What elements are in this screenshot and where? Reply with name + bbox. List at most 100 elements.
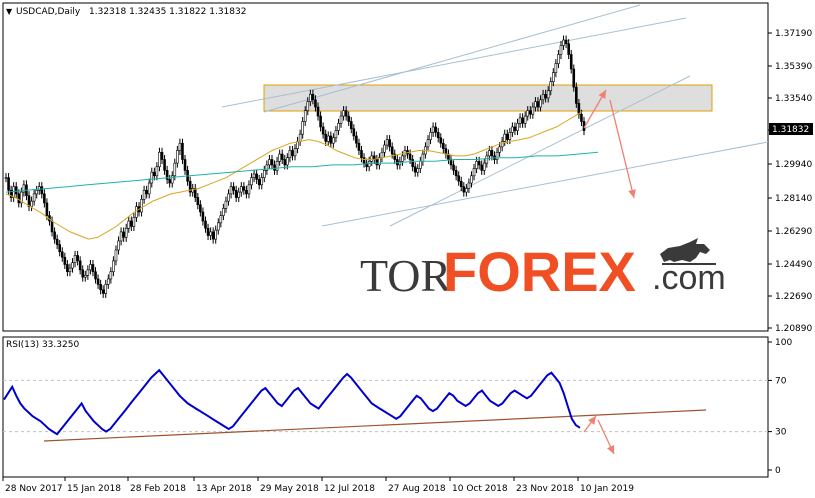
candle-body: [477, 161, 481, 166]
candle-body: [263, 170, 266, 178]
candle-body: [436, 132, 440, 139]
chart-canvas: TOR FOREX .com ▼ USDCAD,Daily 1.32318 1.…: [2, 2, 813, 494]
candle-body: [380, 151, 384, 158]
candle-body: [155, 166, 159, 177]
chart-window: TOR FOREX .com ▼ USDCAD,Daily 1.32318 1.…: [0, 0, 815, 498]
price-tick-label: 1.37190: [775, 29, 812, 39]
candle-body: [107, 278, 110, 285]
candle-body: [298, 133, 302, 142]
candle-body: [81, 269, 85, 278]
candle-body: [280, 153, 284, 160]
candle-body: [211, 231, 215, 240]
candle-body: [472, 168, 476, 177]
candle-body: [68, 267, 72, 273]
candle-body: [50, 220, 54, 233]
candle-body: [462, 186, 466, 193]
candle-body: [45, 202, 49, 216]
candle-body: [296, 141, 299, 149]
candle-body: [104, 284, 108, 294]
candle-body: [255, 173, 258, 180]
candle-body: [401, 155, 404, 162]
candle-body: [142, 189, 146, 200]
candle-body: [360, 150, 363, 158]
candle-body: [242, 186, 246, 191]
candle-body: [245, 189, 248, 195]
candle-body: [147, 182, 151, 195]
candle-body: [577, 103, 581, 115]
price-tick-label: 1.28140: [775, 194, 812, 204]
candle-body: [316, 106, 320, 117]
candle-body: [293, 148, 297, 157]
candle-body: [334, 130, 338, 139]
candle-body: [459, 180, 463, 187]
rsi-tick-label: 70: [775, 376, 787, 386]
rsi-tick-label: 0: [775, 466, 781, 476]
candle-body: [270, 159, 274, 166]
candle-body: [288, 150, 292, 158]
candle-body: [557, 54, 560, 64]
candle-body: [531, 106, 535, 115]
candle-body: [528, 110, 532, 115]
candle-body: [132, 217, 136, 227]
candle-body: [362, 157, 366, 164]
candle-body: [224, 200, 228, 209]
candle-body: [232, 186, 235, 191]
ohlc-label: 1.32318 1.32435 1.31822 1.31832: [89, 7, 246, 17]
candle-body: [549, 81, 553, 92]
candle-body: [349, 121, 353, 130]
candle-body: [303, 110, 307, 122]
candle-body: [355, 135, 358, 144]
candle-body: [55, 238, 59, 245]
price-tick-label: 1.33540: [775, 94, 812, 104]
candle-body: [252, 173, 256, 178]
resistance-zone: [263, 84, 713, 112]
candle-body: [176, 150, 179, 164]
candle-body: [482, 162, 486, 171]
candle-body: [78, 260, 82, 271]
candle-body: [101, 289, 105, 294]
candle-body: [112, 260, 115, 273]
candle-body: [237, 191, 241, 198]
candle-body: [475, 161, 478, 169]
candle-body: [94, 271, 97, 280]
candle-body: [388, 139, 391, 148]
candle-body: [508, 132, 512, 140]
candle-body: [370, 155, 374, 162]
candle-body: [130, 220, 133, 227]
candle-body: [283, 159, 287, 166]
candle-body: [206, 227, 210, 236]
candle-body: [488, 150, 491, 157]
candle-body: [160, 151, 164, 160]
candle-body: [452, 164, 455, 171]
time-axis: 28 Nov 2017 15 Jan 2018 28 Feb 2018 13 Apr …: [2, 477, 634, 494]
candle-body: [352, 128, 356, 137]
candle-body: [247, 184, 251, 195]
candle-body: [35, 189, 38, 195]
candle-body: [390, 146, 394, 155]
candle-body: [342, 110, 345, 117]
candle-body: [63, 256, 67, 265]
candle-body: [286, 157, 289, 166]
candle-body: [431, 126, 435, 133]
candle-body: [250, 177, 253, 186]
candle-body: [544, 94, 547, 99]
candle-body: [513, 126, 517, 131]
candle-body: [526, 110, 530, 117]
rsi-tick-label: 30: [775, 428, 787, 438]
candle-body: [239, 186, 243, 193]
time-tick-label: 28 Feb 2018: [130, 484, 186, 494]
candle-body: [426, 139, 430, 148]
candle-body: [71, 262, 74, 269]
time-tick-label: 23 Nov 2018: [516, 484, 574, 494]
candle-body: [124, 227, 128, 238]
current-price-label: 1.31832: [772, 125, 809, 135]
candle-body: [500, 141, 504, 148]
time-tick-label: 29 May 2018: [260, 484, 319, 494]
collapse-arrow-icon[interactable]: ▼: [6, 7, 13, 16]
candle-body: [419, 161, 422, 169]
candle-body: [40, 186, 44, 195]
candle-body: [480, 164, 483, 171]
candle-body: [122, 231, 125, 238]
candle-body: [66, 264, 69, 273]
candle-body: [219, 215, 223, 224]
